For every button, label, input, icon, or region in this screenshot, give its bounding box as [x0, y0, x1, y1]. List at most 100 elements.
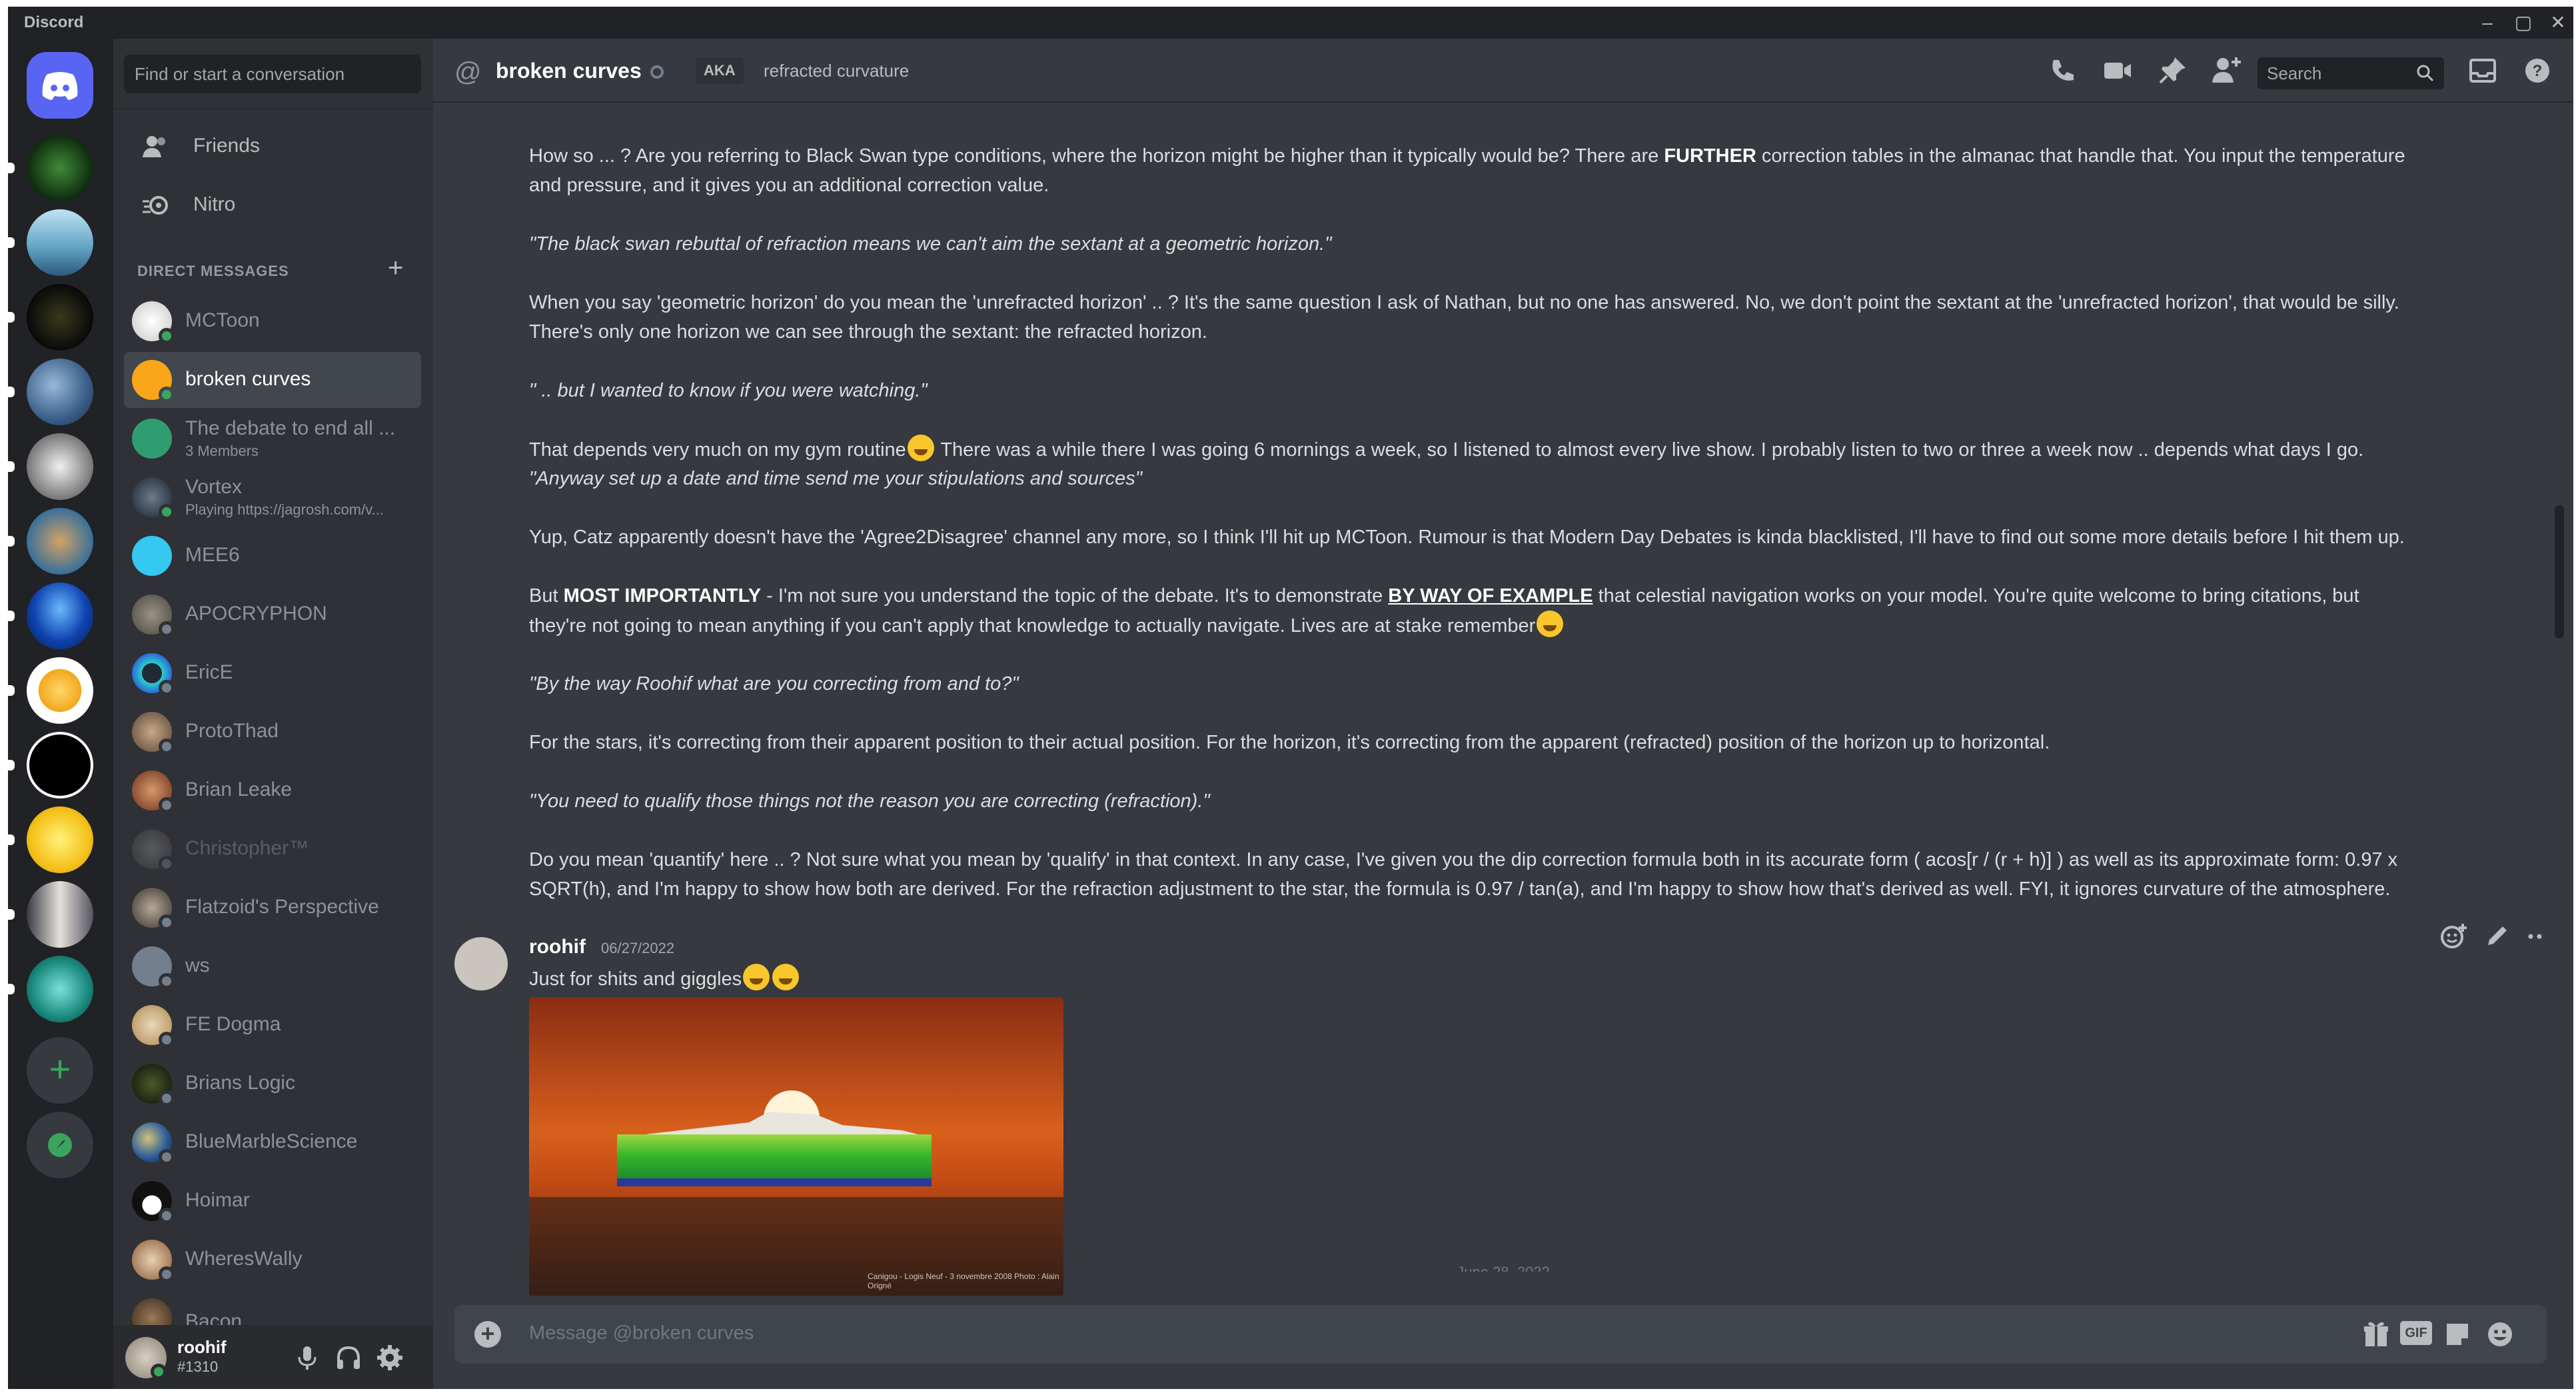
upload-plus-button[interactable]: +	[474, 1321, 501, 1348]
avatar	[132, 1298, 172, 1325]
create-dm-button[interactable]: +	[388, 253, 403, 283]
server-icon-2[interactable]	[27, 209, 93, 276]
username: roohif	[177, 1337, 227, 1357]
gift-icon[interactable]	[2360, 1318, 2392, 1350]
dm-item[interactable]: MEE6	[124, 528, 421, 584]
date-separator: June 28, 2022	[433, 1262, 2573, 1272]
dm-item[interactable]: ws	[124, 938, 421, 994]
search-input[interactable]: Search	[2257, 57, 2444, 89]
chat-header: @ broken curves AKA refracted curvature …	[433, 39, 2573, 103]
headphones-icon[interactable]	[333, 1342, 364, 1373]
dm-name: broken curves	[185, 368, 311, 390]
dm-name: Flatzoid's Perspective	[185, 896, 379, 918]
dm-item[interactable]: ProtoThad	[124, 704, 421, 760]
dm-item[interactable]: Hoimar	[124, 1173, 421, 1229]
text-span: How so ... ? Are you referring to Black …	[529, 145, 1664, 167]
dm-item[interactable]: BlueMarbleScience	[124, 1114, 421, 1170]
status-offline-icon	[159, 621, 175, 637]
unread-indicator	[8, 536, 15, 547]
dm-item[interactable]: Brian Leake	[124, 762, 421, 818]
unread-indicator	[8, 611, 15, 621]
add-reaction-icon[interactable]	[2439, 921, 2469, 952]
help-icon[interactable]: ?	[2520, 53, 2555, 88]
message-quote: "The black swan rebuttal of refraction m…	[529, 229, 2501, 259]
dm-item[interactable]: Vortex Playing https://jagrosh.com/v...	[124, 469, 421, 525]
dm-item[interactable]: FE Dogma	[124, 997, 421, 1053]
dm-name: MEE6	[185, 544, 240, 566]
status-offline-icon	[159, 1090, 175, 1106]
close-window-button[interactable]: ✕	[2540, 9, 2573, 36]
dm-name: WheresWally	[185, 1248, 303, 1270]
voice-call-icon[interactable]	[2046, 53, 2080, 88]
message-text: For the stars, it's correcting from thei…	[529, 728, 2501, 757]
dm-name: Bacon	[185, 1310, 243, 1325]
dm-item[interactable]: Brians Logic	[124, 1056, 421, 1112]
server-icon-7[interactable]	[27, 583, 93, 649]
scrollbar[interactable]	[2555, 505, 2564, 639]
author-name[interactable]: roohif	[529, 936, 586, 958]
status-offline-icon	[159, 914, 175, 930]
gif-button[interactable]: GIF	[2400, 1321, 2432, 1345]
microphone-icon[interactable]	[292, 1342, 322, 1373]
dm-item[interactable]: Bacon	[124, 1290, 421, 1325]
message-group[interactable]: roohif 06/27/2022 Just for shits and gig…	[433, 924, 2545, 1296]
add-friend-icon[interactable]	[2210, 53, 2244, 88]
dm-item[interactable]: MCToon	[124, 293, 421, 349]
friends-nav[interactable]: Friends	[124, 120, 421, 173]
edit-icon[interactable]	[2481, 921, 2512, 952]
pinned-messages-icon[interactable]	[2155, 53, 2190, 88]
inbox-icon[interactable]	[2465, 53, 2500, 88]
unread-indicator	[8, 387, 15, 397]
message-input[interactable]: Message @broken curves	[529, 1322, 754, 1344]
sticker-icon[interactable]	[2441, 1318, 2473, 1350]
rofl-emoji-icon	[907, 435, 934, 461]
minimize-button[interactable]: –	[2469, 9, 2505, 36]
dm-name: Hoimar	[185, 1189, 250, 1211]
dm-item[interactable]: WheresWally	[124, 1232, 421, 1288]
author-avatar[interactable]	[454, 937, 508, 990]
message-quote: "By the way Roohif what are you correcti…	[529, 669, 2501, 698]
dm-item[interactable]: EricE	[124, 645, 421, 701]
video-call-icon[interactable]	[2100, 53, 2135, 88]
server-icon-9[interactable]	[27, 732, 93, 798]
dm-group-item[interactable]: The debate to end all ... 3 Members	[124, 411, 421, 467]
status-offline-icon	[159, 1032, 175, 1048]
search-icon	[2417, 65, 2434, 82]
divider	[113, 108, 433, 109]
explore-servers-button[interactable]	[27, 1112, 93, 1178]
add-server-button[interactable]: +	[27, 1037, 93, 1104]
more-options-icon[interactable]	[2524, 921, 2545, 952]
server-icon-10[interactable]	[27, 806, 93, 873]
image-attachment[interactable]: Canigou - Logis Neuf - 3 novembre 2008 P…	[529, 997, 1063, 1296]
emoji-picker-icon[interactable]	[2484, 1318, 2516, 1350]
server-icon-4[interactable]	[27, 359, 93, 425]
dm-item[interactable]: Christopher™	[124, 821, 421, 877]
nitro-nav[interactable]: Nitro	[124, 179, 421, 232]
dm-item[interactable]: APOCRYPHON	[124, 587, 421, 643]
message-composer[interactable]: + Message @broken curves GIF	[454, 1305, 2547, 1364]
settings-gear-icon[interactable]	[374, 1342, 405, 1373]
status-offline-icon	[159, 680, 175, 696]
server-icon-1[interactable]	[27, 135, 93, 201]
home-button[interactable]	[27, 52, 93, 119]
find-conversation-input[interactable]: Find or start a conversation	[124, 55, 421, 93]
dm-item-selected[interactable]: broken curves	[124, 352, 421, 408]
server-icon-5[interactable]	[27, 433, 93, 500]
server-icon-11[interactable]	[27, 881, 93, 948]
message-text: But MOST IMPORTANTLY - I'm not sure you …	[529, 581, 2501, 641]
server-icon-6[interactable]	[27, 508, 93, 575]
dm-name: ProtoThad	[185, 720, 279, 742]
server-icon-8[interactable]	[27, 657, 93, 724]
status-offline-icon	[159, 1266, 175, 1282]
dm-item[interactable]: Flatzoid's Perspective	[124, 880, 421, 936]
server-icon-3[interactable]	[27, 284, 93, 351]
avatar	[132, 536, 172, 576]
text-span: - I'm not sure you understand the topic …	[761, 585, 1389, 607]
title-bar: Discord – ▢ ✕	[8, 7, 2573, 39]
message-text: How so ... ? Are you referring to Black …	[529, 141, 2501, 200]
maximize-button[interactable]: ▢	[2505, 9, 2541, 36]
bold-text: MOST IMPORTANTLY	[563, 585, 762, 607]
server-icon-12[interactable]	[27, 956, 93, 1022]
message-text: Do you mean 'quantify' here .. ? Not sur…	[529, 845, 2501, 904]
dm-name: APOCRYPHON	[185, 603, 327, 625]
